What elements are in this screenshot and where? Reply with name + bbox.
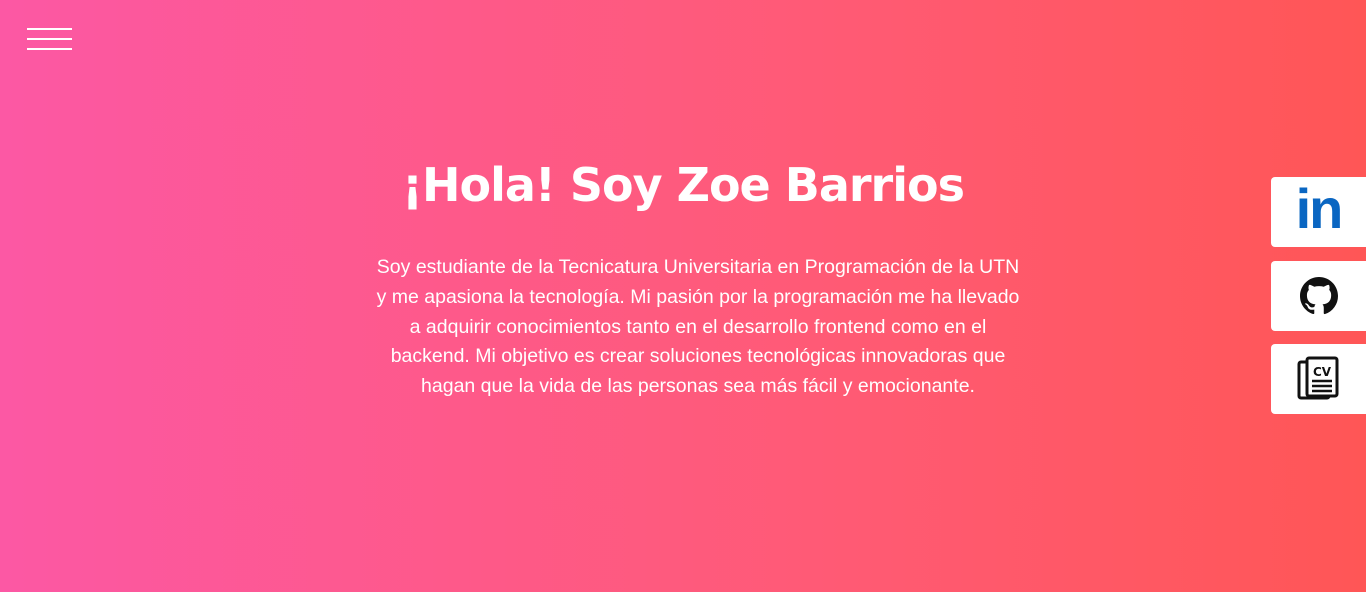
github-link[interactable] — [1271, 261, 1366, 331]
hero-section: ¡Hola! Soy Zoe Barrios Soy estudiante de… — [0, 0, 1366, 592]
hero-title: ¡Hola! Soy Zoe Barrios — [401, 158, 965, 212]
cv-label: CV — [1312, 365, 1331, 379]
hamburger-menu-icon[interactable] — [27, 28, 72, 50]
menu-line — [27, 48, 72, 50]
github-icon — [1299, 277, 1338, 315]
hero-description: Soy estudiante de la Tecnicatura Univers… — [376, 256, 1020, 398]
linkedin-icon: in — [1295, 177, 1344, 240]
cv-document-icon: CV — [1297, 356, 1338, 400]
cv-link[interactable]: CV — [1271, 344, 1366, 414]
menu-line — [27, 38, 72, 40]
linkedin-link[interactable]: in — [1271, 177, 1366, 247]
menu-line — [27, 28, 72, 30]
